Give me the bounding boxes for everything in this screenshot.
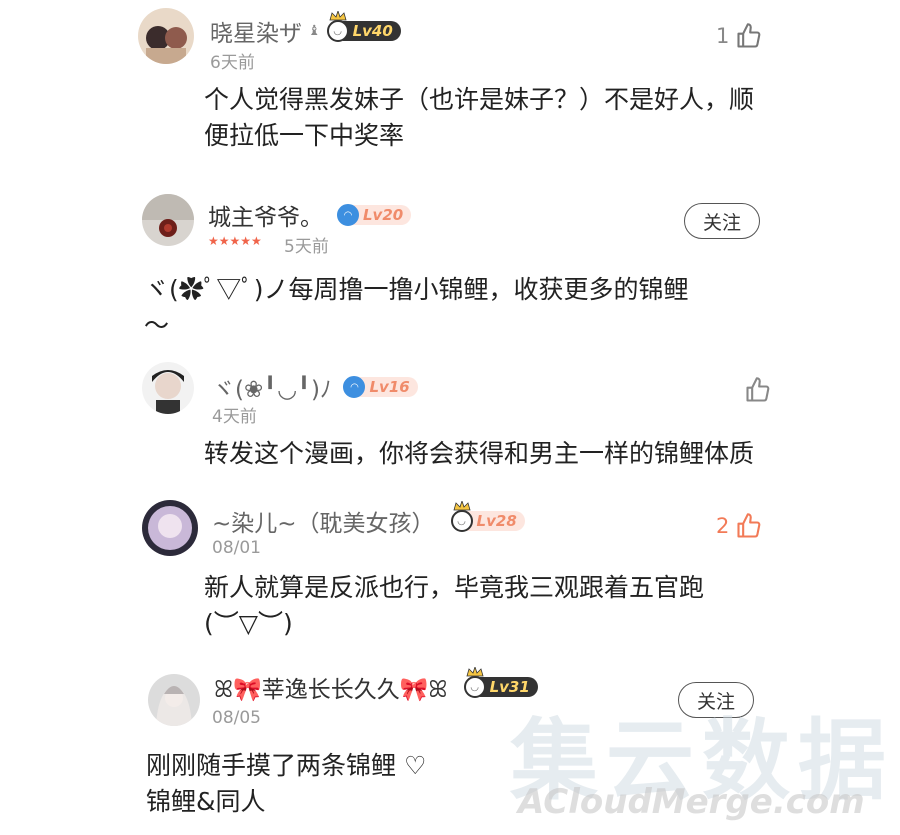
level-badge: ◡ Lv28 — [450, 501, 525, 532]
avatar[interactable] — [142, 500, 198, 556]
username-text: 城主爷爷。 — [208, 205, 323, 231]
like-count: 2 — [716, 514, 730, 538]
thumbs-up-icon — [737, 23, 761, 48]
username-text: ~染儿~（耽美女孩） — [212, 511, 435, 537]
level-label: Lv28 — [466, 511, 525, 531]
comment-time: 4天前 — [212, 407, 257, 427]
thumbs-up-icon — [737, 513, 761, 538]
user-badge-icon: ♝ — [308, 23, 321, 39]
like-button[interactable]: 2 — [716, 512, 763, 540]
level-face-icon: ◡ — [463, 676, 486, 698]
username[interactable]: ~染儿~（耽美女孩） ◡ Lv28 — [212, 501, 525, 538]
like-button[interactable]: 1 — [716, 22, 763, 50]
level-badge: ◡ Lv40 — [326, 11, 401, 42]
comment-time: 08/01 — [212, 538, 261, 558]
username[interactable]: 晓星染ザ ♝ ◡ Lv40 — [210, 11, 401, 48]
comment-time: 08/05 — [212, 708, 261, 728]
comment-text: 个人觉得黑发妹子（也许是妹子？）不是好人，顺 便拉低一下中奖率 — [204, 85, 755, 150]
username[interactable]: 城主爷爷。 ◠ Lv20 — [208, 198, 412, 232]
comment-text: 新人就算是反派也行，毕竟我三观跟着五官跑 (︶▽︶) — [204, 573, 705, 638]
level-badge: ◠ Lv20 — [337, 204, 412, 226]
comment-time: 5天前 — [284, 237, 329, 257]
avatar[interactable] — [142, 194, 194, 246]
username[interactable]: ヾ(❀╹◡╹)ﾉ ◠ Lv16 — [212, 370, 418, 404]
level-face-icon: ◠ — [337, 204, 359, 226]
comment-time: 6天前 — [210, 53, 255, 73]
follow-button[interactable]: 关注 — [684, 203, 760, 239]
avatar[interactable] — [148, 674, 200, 726]
avatar[interactable] — [142, 362, 194, 414]
crown-icon — [329, 11, 347, 21]
watermark-en: ACloudMerge.com — [518, 782, 865, 822]
comment-text: ヾ(✿ﾟ▽ﾟ)ノ每周撸一撸小锦鲤，收获更多的锦鲤 ～ — [144, 275, 689, 340]
level-label: Lv20 — [353, 205, 412, 225]
watermark: 集云数据 ACloudMerge.com — [510, 690, 900, 830]
username-text: ꕤ🎀莘逸长长久久🎀ꕤ — [214, 677, 448, 703]
username[interactable]: ꕤ🎀莘逸长长久久🎀ꕤ ◡ Lv31 — [214, 667, 538, 704]
level-face-icon: ◡ — [326, 20, 349, 42]
comment-item: ヾ(❀╹◡╹)ﾉ ◠ Lv16 4天前 转发这个漫画，你将会获得和男主一样的锦鲤… — [0, 350, 900, 490]
comment-text: 刚刚随手摸了两条锦鲤 ♡ 锦鲤&同人 — [146, 751, 427, 816]
level-badge: ◠ Lv16 — [343, 376, 418, 398]
comment-item: ~染儿~（耽美女孩） ◡ Lv28 08/01 2 新人就算是反派也行，毕竟我三… — [0, 490, 900, 660]
like-button[interactable] — [738, 376, 772, 404]
avatar[interactable] — [138, 8, 194, 64]
comment-item: 晓星染ザ ♝ ◡ Lv40 6天前 1 个人觉得黑发妹子（也许是妹子？）不是好人… — [0, 0, 900, 180]
comment-item: 城主爷爷。 ◠ Lv20 ★★★★★ 5天前 关注 ヾ(✿ﾟ▽ﾟ)ノ每周撸一撸小… — [0, 180, 900, 350]
level-label: Lv40 — [342, 21, 401, 41]
username-text: ヾ(❀╹◡╹)ﾉ — [212, 377, 332, 403]
thumbs-up-icon — [746, 377, 770, 402]
like-count: 1 — [716, 24, 730, 48]
level-label: Lv16 — [359, 377, 418, 397]
comment-text: 转发这个漫画，你将会获得和男主一样的锦鲤体质 — [204, 439, 755, 468]
crown-icon — [453, 501, 471, 511]
username-text: 晓星染ザ — [210, 21, 302, 47]
crown-icon — [466, 667, 484, 677]
star-rating: ★★★★★ — [208, 234, 262, 248]
level-face-icon: ◡ — [450, 510, 473, 532]
